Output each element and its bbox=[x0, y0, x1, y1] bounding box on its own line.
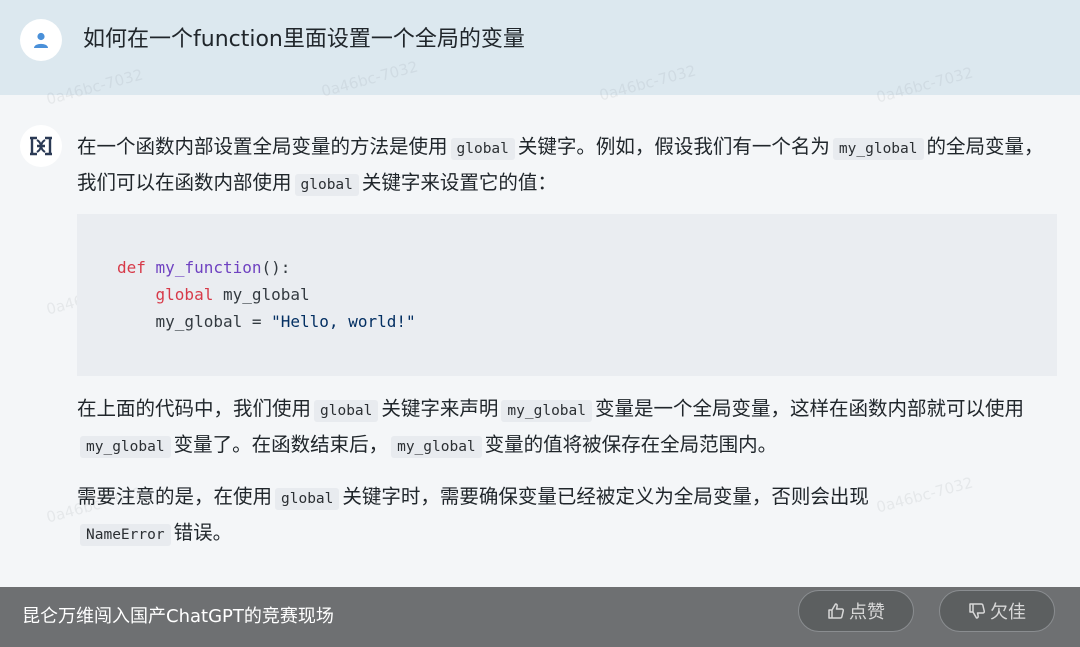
dislike-button[interactable]: 欠佳 bbox=[939, 590, 1055, 632]
text: 关键字来设置它的值： bbox=[361, 171, 557, 194]
inline-code: global bbox=[314, 400, 379, 422]
like-label: 点赞 bbox=[849, 602, 885, 623]
code-text: my_global bbox=[213, 285, 310, 304]
code-string: "Hello, world!" bbox=[271, 312, 416, 331]
inline-code: global bbox=[294, 174, 359, 196]
answer-body: 在一个函数内部设置全局变量的方法是使用 global 关键字。例如，假设我们有一个名… bbox=[77, 130, 1062, 552]
dislike-label: 欠佳 bbox=[990, 602, 1026, 623]
inline-code: NameError bbox=[80, 524, 171, 546]
question-text: 如何在一个function里面设置一个全局的变量 bbox=[83, 27, 525, 52]
answer-paragraph-2: 在上面的代码中，我们使用 global 关键字来声明 my_global 变量是一个全局… bbox=[77, 392, 1062, 464]
code-line-1: def my_function(): bbox=[117, 254, 1057, 281]
like-button[interactable]: 点赞 bbox=[798, 590, 914, 632]
inline-code: my_global bbox=[391, 436, 482, 458]
code-text: my_global = bbox=[155, 312, 272, 331]
text: 需要注意的是，在使用 bbox=[77, 485, 273, 508]
inline-code: my_global bbox=[501, 400, 592, 422]
code-line-3: my_global = "Hello, world!" bbox=[117, 308, 1057, 335]
code-keyword: def bbox=[117, 258, 146, 277]
text: 变量了。在函数结束后， bbox=[173, 433, 389, 456]
text: 关键字。例如，假设我们有一个名为 bbox=[517, 135, 830, 158]
user-icon bbox=[34, 32, 48, 48]
text: 在上面的代码中，我们使用 bbox=[77, 397, 312, 420]
user-avatar bbox=[20, 19, 62, 61]
caption-bar: 昆仑万维闯入国产ChatGPT的竞赛现场 点赞 欠佳 bbox=[0, 587, 1080, 647]
code-block[interactable]: def my_function(): global my_global my_g… bbox=[77, 214, 1057, 376]
text: 变量的值将被保存在全局范围内。 bbox=[484, 433, 778, 456]
inline-code: my_global bbox=[832, 138, 924, 160]
answer-paragraph-3: 需要注意的是，在使用 global 关键字时，需要确保变量已经被定义为全局变量，否则… bbox=[77, 480, 1062, 552]
code-line-2: global my_global bbox=[117, 281, 1057, 308]
text: 关键字时，需要确保变量已经被定义为全局变量，否则会出现 bbox=[342, 485, 869, 508]
code-text: (): bbox=[261, 258, 291, 277]
thumbs-up-icon bbox=[828, 603, 845, 619]
answer-paragraph-1: 在一个函数内部设置全局变量的方法是使用 global 关键字。例如，假设我们有一个名… bbox=[77, 130, 1062, 202]
code-function-name: my_function bbox=[155, 258, 262, 277]
inline-code: global bbox=[450, 138, 515, 160]
bot-logo-icon bbox=[30, 136, 52, 156]
user-question-bar: 如何在一个function里面设置一个全局的变量 bbox=[0, 0, 1080, 95]
code-keyword: global bbox=[155, 285, 214, 304]
text: 变量是一个全局变量，这样在函数内部就可以使用 bbox=[595, 397, 1025, 420]
inline-code: my_global bbox=[80, 436, 171, 458]
bot-avatar bbox=[20, 125, 62, 167]
inline-code: global bbox=[275, 488, 340, 510]
text: 关键字来声明 bbox=[381, 397, 499, 420]
text: 错误。 bbox=[173, 521, 233, 544]
chat-page: 如何在一个function里面设置一个全局的变量 0a46bc-7032 0a4… bbox=[0, 0, 1080, 647]
video-caption: 昆仑万维闯入国产ChatGPT的竞赛现场 bbox=[22, 606, 334, 627]
thumbs-down-icon bbox=[969, 603, 986, 619]
text: 在一个函数内部设置全局变量的方法是使用 bbox=[77, 135, 448, 158]
